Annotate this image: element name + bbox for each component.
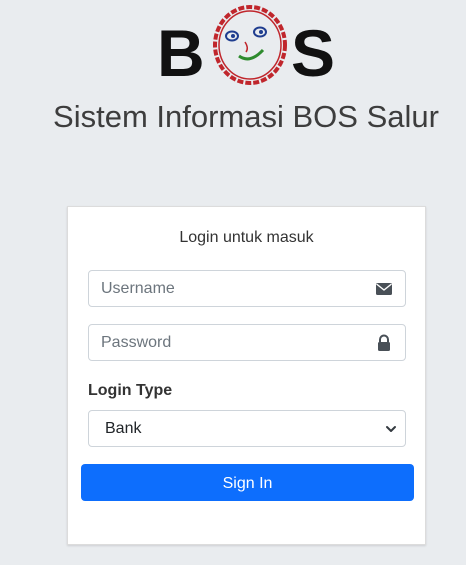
envelope-icon	[376, 283, 392, 295]
username-input[interactable]	[89, 271, 383, 306]
sign-in-button[interactable]: Sign In	[81, 464, 414, 501]
logo-letter-b: B	[157, 16, 205, 90]
bos-logo: B S	[155, 2, 340, 86]
login-message: Login untuk masuk	[179, 229, 314, 246]
username-field[interactable]	[88, 270, 406, 307]
logo-letter-s: S	[291, 16, 336, 90]
login-type-select[interactable]: Bank	[88, 410, 406, 447]
login-card: Login untuk masuk Login Type Bank Sign I…	[67, 206, 426, 545]
password-field[interactable]	[88, 324, 406, 361]
app-title: Sistem Informasi BOS Salur	[53, 99, 439, 134]
smiley-face-logo-icon	[213, 5, 287, 85]
password-input[interactable]	[89, 325, 383, 360]
login-page: B S Sistem Informasi BOS Salur Login unt…	[0, 0, 466, 565]
login-type-selected-value: Bank	[105, 420, 142, 437]
login-type-label: Login Type	[88, 382, 173, 399]
chevron-down-icon	[386, 426, 396, 432]
lock-icon	[378, 334, 390, 351]
